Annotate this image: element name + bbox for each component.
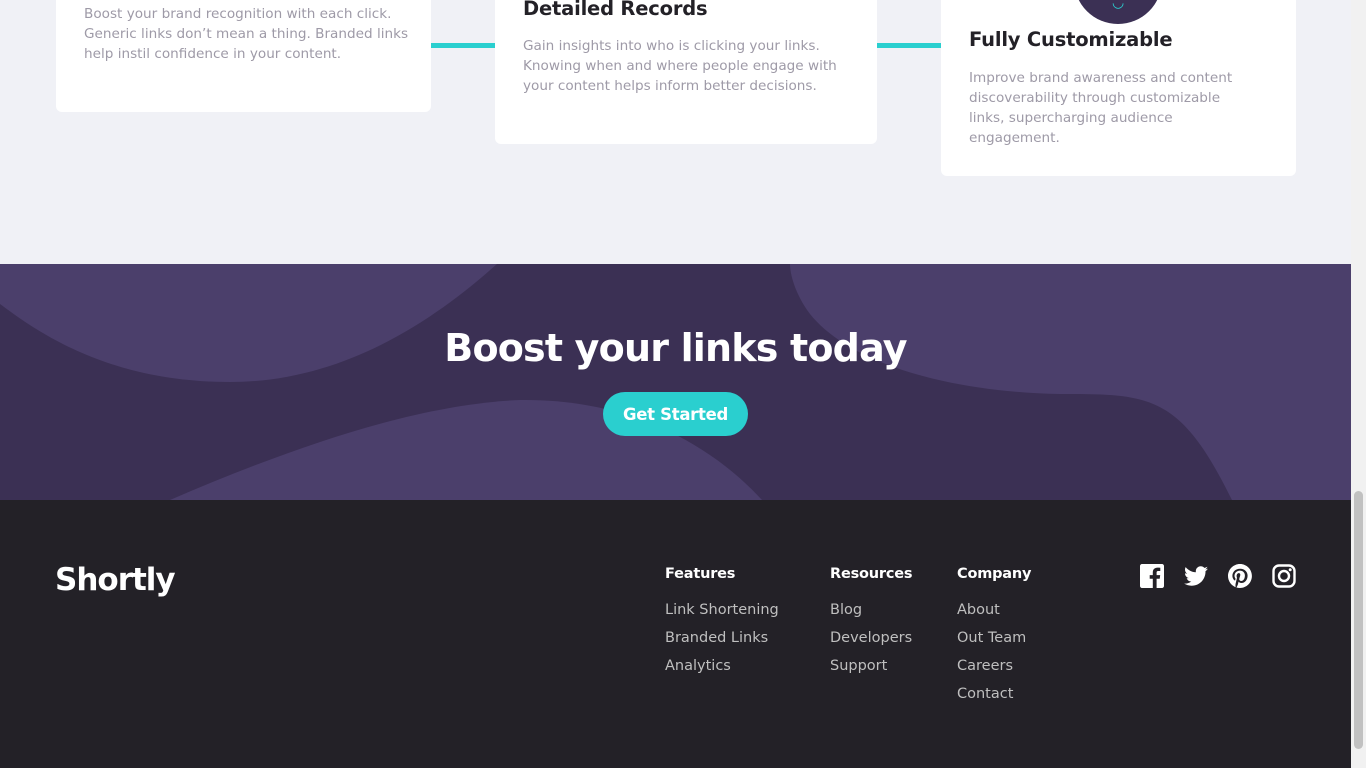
footer-link-about[interactable]: About (957, 600, 1031, 628)
boost-title: Boost your links today (444, 326, 907, 370)
feature-card-brand-recognition: Boost your brand recognition with each c… (56, 0, 431, 112)
footer-link-analytics[interactable]: Analytics (665, 656, 779, 684)
feature-card-fully-customizable: ◡ Fully Customizable Improve brand aware… (941, 0, 1296, 176)
card-text: Gain insights into who is clicking your … (523, 38, 837, 94)
footer: Shortly Features Link Shortening Branded… (0, 500, 1351, 768)
footer-logo[interactable]: Shortly (55, 562, 176, 598)
connector-line (877, 43, 941, 48)
card-title: Detailed Records (523, 0, 708, 20)
feature-card-detailed-records: Detailed Records Gain insights into who … (495, 0, 877, 144)
social-links (1140, 564, 1296, 588)
footer-link-our-team[interactable]: Out Team (957, 628, 1031, 656)
footer-link-contact[interactable]: Contact (957, 684, 1031, 712)
scrollbar-thumb[interactable] (1354, 491, 1363, 749)
facebook-icon[interactable] (1140, 564, 1164, 588)
card-title: Fully Customizable (969, 28, 1173, 51)
footer-column-title: Resources (830, 566, 913, 582)
footer-column-features: Features Link Shortening Branded Links A… (665, 564, 779, 684)
pinterest-icon[interactable] (1228, 564, 1252, 588)
footer-column-company: Company About Out Team Careers Contact (957, 564, 1031, 712)
customize-icon: ◡ (1074, 0, 1162, 24)
boost-background-pattern (0, 264, 1351, 500)
twitter-icon[interactable] (1184, 564, 1208, 588)
statistics-section: Boost your brand recognition with each c… (0, 0, 1351, 264)
card-text: Boost your brand recognition with each c… (84, 6, 409, 62)
footer-link-branded-links[interactable]: Branded Links (665, 628, 779, 656)
footer-column-title: Features (665, 566, 736, 582)
page: Boost your brand recognition with each c… (0, 0, 1351, 768)
page-scrollbar[interactable] (1351, 0, 1366, 768)
footer-link-blog[interactable]: Blog (830, 600, 912, 628)
connector-line (431, 43, 495, 48)
instagram-icon[interactable] (1272, 564, 1296, 588)
footer-link-careers[interactable]: Careers (957, 656, 1031, 684)
footer-link-developers[interactable]: Developers (830, 628, 912, 656)
get-started-button[interactable]: Get Started (603, 392, 748, 436)
boost-section: Boost your links today Get Started (0, 264, 1351, 500)
card-text: Improve brand awareness and content disc… (969, 70, 1233, 146)
footer-column-resources: Resources Blog Developers Support (830, 564, 913, 684)
footer-link-support[interactable]: Support (830, 656, 912, 684)
footer-column-title: Company (957, 566, 1032, 582)
footer-link-link-shortening[interactable]: Link Shortening (665, 600, 779, 628)
